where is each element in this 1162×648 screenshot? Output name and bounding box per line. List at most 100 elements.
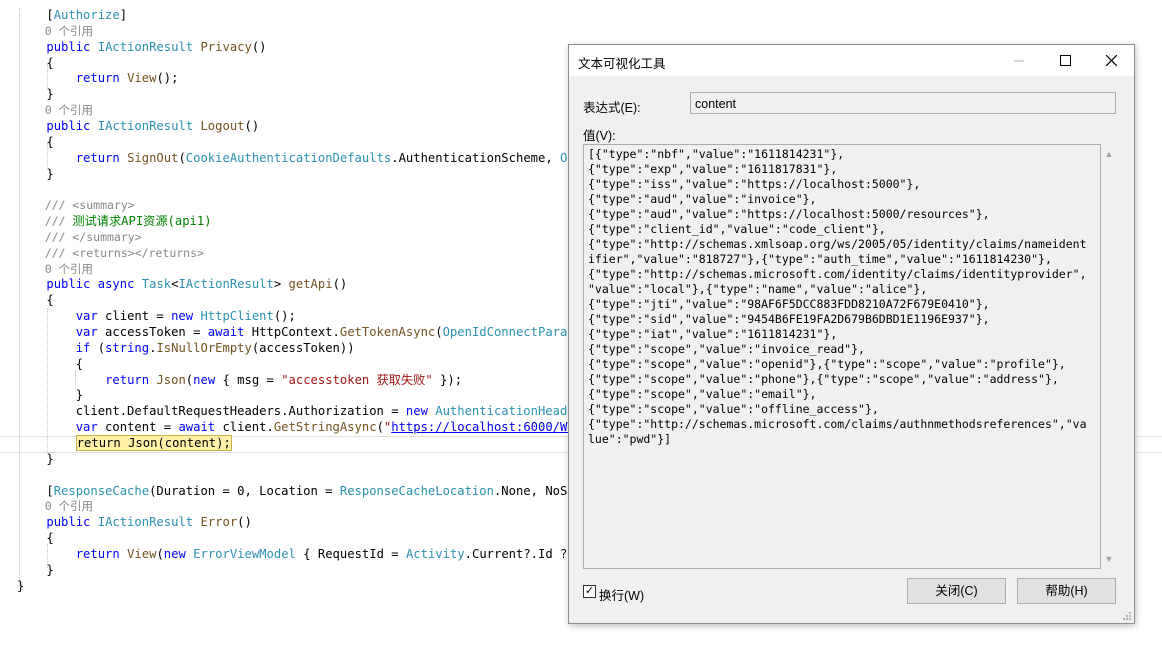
code-token: (accessToken)) [251, 341, 355, 355]
code-token: public [46, 119, 91, 133]
minimize-button[interactable] [996, 45, 1042, 76]
code-line[interactable]: /// <summary> [17, 197, 135, 213]
code-line[interactable]: } [17, 86, 53, 102]
code-line[interactable]: var accessToken = await HttpContext.GetT… [17, 324, 597, 340]
value-textbox[interactable]: [{"type":"nbf","value":"1611814231"}, {"… [583, 144, 1101, 569]
close-button[interactable] [1088, 45, 1134, 76]
code-line[interactable]: public IActionResult Error() [17, 514, 251, 530]
code-line[interactable]: /// </summary> [17, 229, 142, 245]
code-line[interactable]: public IActionResult Privacy() [17, 39, 267, 55]
code-token: var [75, 325, 98, 339]
code-line[interactable]: } [17, 562, 53, 578]
code-token[interactable]: https://localhost:6000/Weath [391, 420, 596, 434]
code-token: GetTokenAsync [339, 325, 436, 339]
code-token: ResponseCache [53, 484, 150, 498]
code-line[interactable]: return View(new ErrorViewModel { Request… [17, 546, 597, 562]
code-line[interactable]: [ResponseCache(Duration = 0, Location = … [17, 483, 596, 499]
code-token: new [171, 309, 194, 323]
code-line[interactable]: 0 个引用 [17, 23, 93, 39]
wrap-checkbox[interactable]: ✓ [583, 585, 596, 598]
code-line[interactable]: 0 个引用 [17, 261, 93, 277]
maximize-button[interactable] [1042, 45, 1088, 76]
code-token: SignOut [127, 151, 179, 165]
code-token: } [17, 452, 54, 466]
code-line[interactable]: [Authorize] [17, 7, 127, 23]
value-text[interactable]: [{"type":"nbf","value":"1611814231"}, {"… [588, 147, 1093, 447]
title-bar[interactable]: 文本可视化工具 [569, 45, 1134, 76]
help-button[interactable]: 帮助(H) [1017, 578, 1116, 604]
code-token: public [46, 515, 91, 529]
code-token: > [273, 277, 289, 291]
code-line[interactable]: { [17, 292, 53, 308]
code-token: 0 个引用 [17, 499, 94, 513]
code-line[interactable]: var content = await client.GetStringAsyn… [17, 419, 597, 435]
code-line[interactable]: if (string.IsNullOrEmpty(accessToken)) [17, 340, 355, 356]
code-token: return Json(content); [75, 435, 232, 451]
code-line[interactable]: return SignOut(CookieAuthenticationDefau… [17, 150, 597, 166]
code-token: { [17, 531, 54, 545]
code-token: return [75, 547, 120, 561]
code-token: accessToken = [97, 325, 208, 339]
code-token: () [251, 40, 267, 54]
code-line[interactable]: } [17, 451, 54, 467]
code-token: Error [200, 515, 238, 529]
code-line[interactable]: return Json(content); [17, 435, 232, 451]
code-line[interactable]: 0 个引用 [17, 102, 93, 118]
wrap-label[interactable]: 换行(W) [599, 585, 644, 604]
code-line[interactable]: { [17, 356, 83, 372]
code-token: (Duration = 0, Location = [149, 484, 340, 498]
code-line[interactable]: public async Task<IActionResult> getApi(… [17, 276, 347, 292]
code-line[interactable]: return View(); [17, 70, 179, 86]
code-line[interactable]: client.DefaultRequestHeaders.Authorizati… [17, 403, 597, 419]
code-token: new [405, 404, 428, 418]
code-token: () [332, 277, 348, 291]
scroll-up-icon[interactable]: ▲ [1101, 146, 1117, 162]
code-token: public [46, 277, 91, 291]
code-token: Json [156, 373, 186, 387]
close-dialog-button[interactable]: 关闭(C) [907, 578, 1006, 604]
expression-field[interactable]: content [690, 92, 1116, 114]
code-token: GetStringAsync [273, 420, 377, 434]
code-token: (); [156, 71, 179, 85]
code-token: client. [215, 420, 274, 434]
code-token: IActionResult [97, 40, 194, 54]
code-token: IActionResult [97, 515, 194, 529]
code-token: new [163, 547, 186, 561]
resize-grip-icon[interactable] [1122, 611, 1132, 621]
code-token: content = [97, 420, 179, 434]
code-line[interactable]: } [17, 578, 24, 594]
dialog-title: 文本可视化工具 [578, 57, 666, 71]
code-token: IsNullOrEmpty [156, 341, 252, 355]
vertical-scrollbar[interactable]: ▲ ▼ [1101, 144, 1117, 569]
code-line[interactable]: /// 测试请求API资源(api1) [17, 213, 212, 229]
code-token: [ [17, 8, 54, 22]
code-token: /// <summary> [17, 198, 135, 212]
code-line[interactable]: } [17, 166, 53, 182]
code-line[interactable]: /// <returns></returns> [17, 245, 204, 261]
scroll-down-icon[interactable]: ▼ [1101, 551, 1117, 567]
code-line[interactable]: { [17, 55, 53, 71]
code-line[interactable]: } [17, 387, 83, 403]
code-token: getApi [288, 277, 333, 291]
code-line[interactable]: public IActionResult Logout() [17, 118, 259, 134]
code-token: ( [90, 341, 106, 355]
code-line[interactable]: return Json(new { msg = "accesstoken 获取失… [17, 372, 462, 388]
close-icon [1105, 55, 1117, 66]
code-token: ( [156, 547, 164, 561]
code-token: } [17, 579, 25, 593]
code-token: return [75, 151, 120, 165]
code-line[interactable]: { [17, 530, 54, 546]
code-token: Task [141, 277, 172, 291]
code-line[interactable]: var client = new HttpClient(); [17, 308, 296, 324]
code-line[interactable]: { [17, 134, 53, 150]
code-token: ( [178, 151, 186, 165]
code-line[interactable]: 0 个引用 [17, 498, 93, 514]
text-visualizer-dialog: 文本可视化工具 表达式(E): content 值(V): [{"type":"… [568, 44, 1135, 624]
code-token: client = [97, 309, 172, 323]
code-token: /// </summary> [17, 230, 142, 244]
